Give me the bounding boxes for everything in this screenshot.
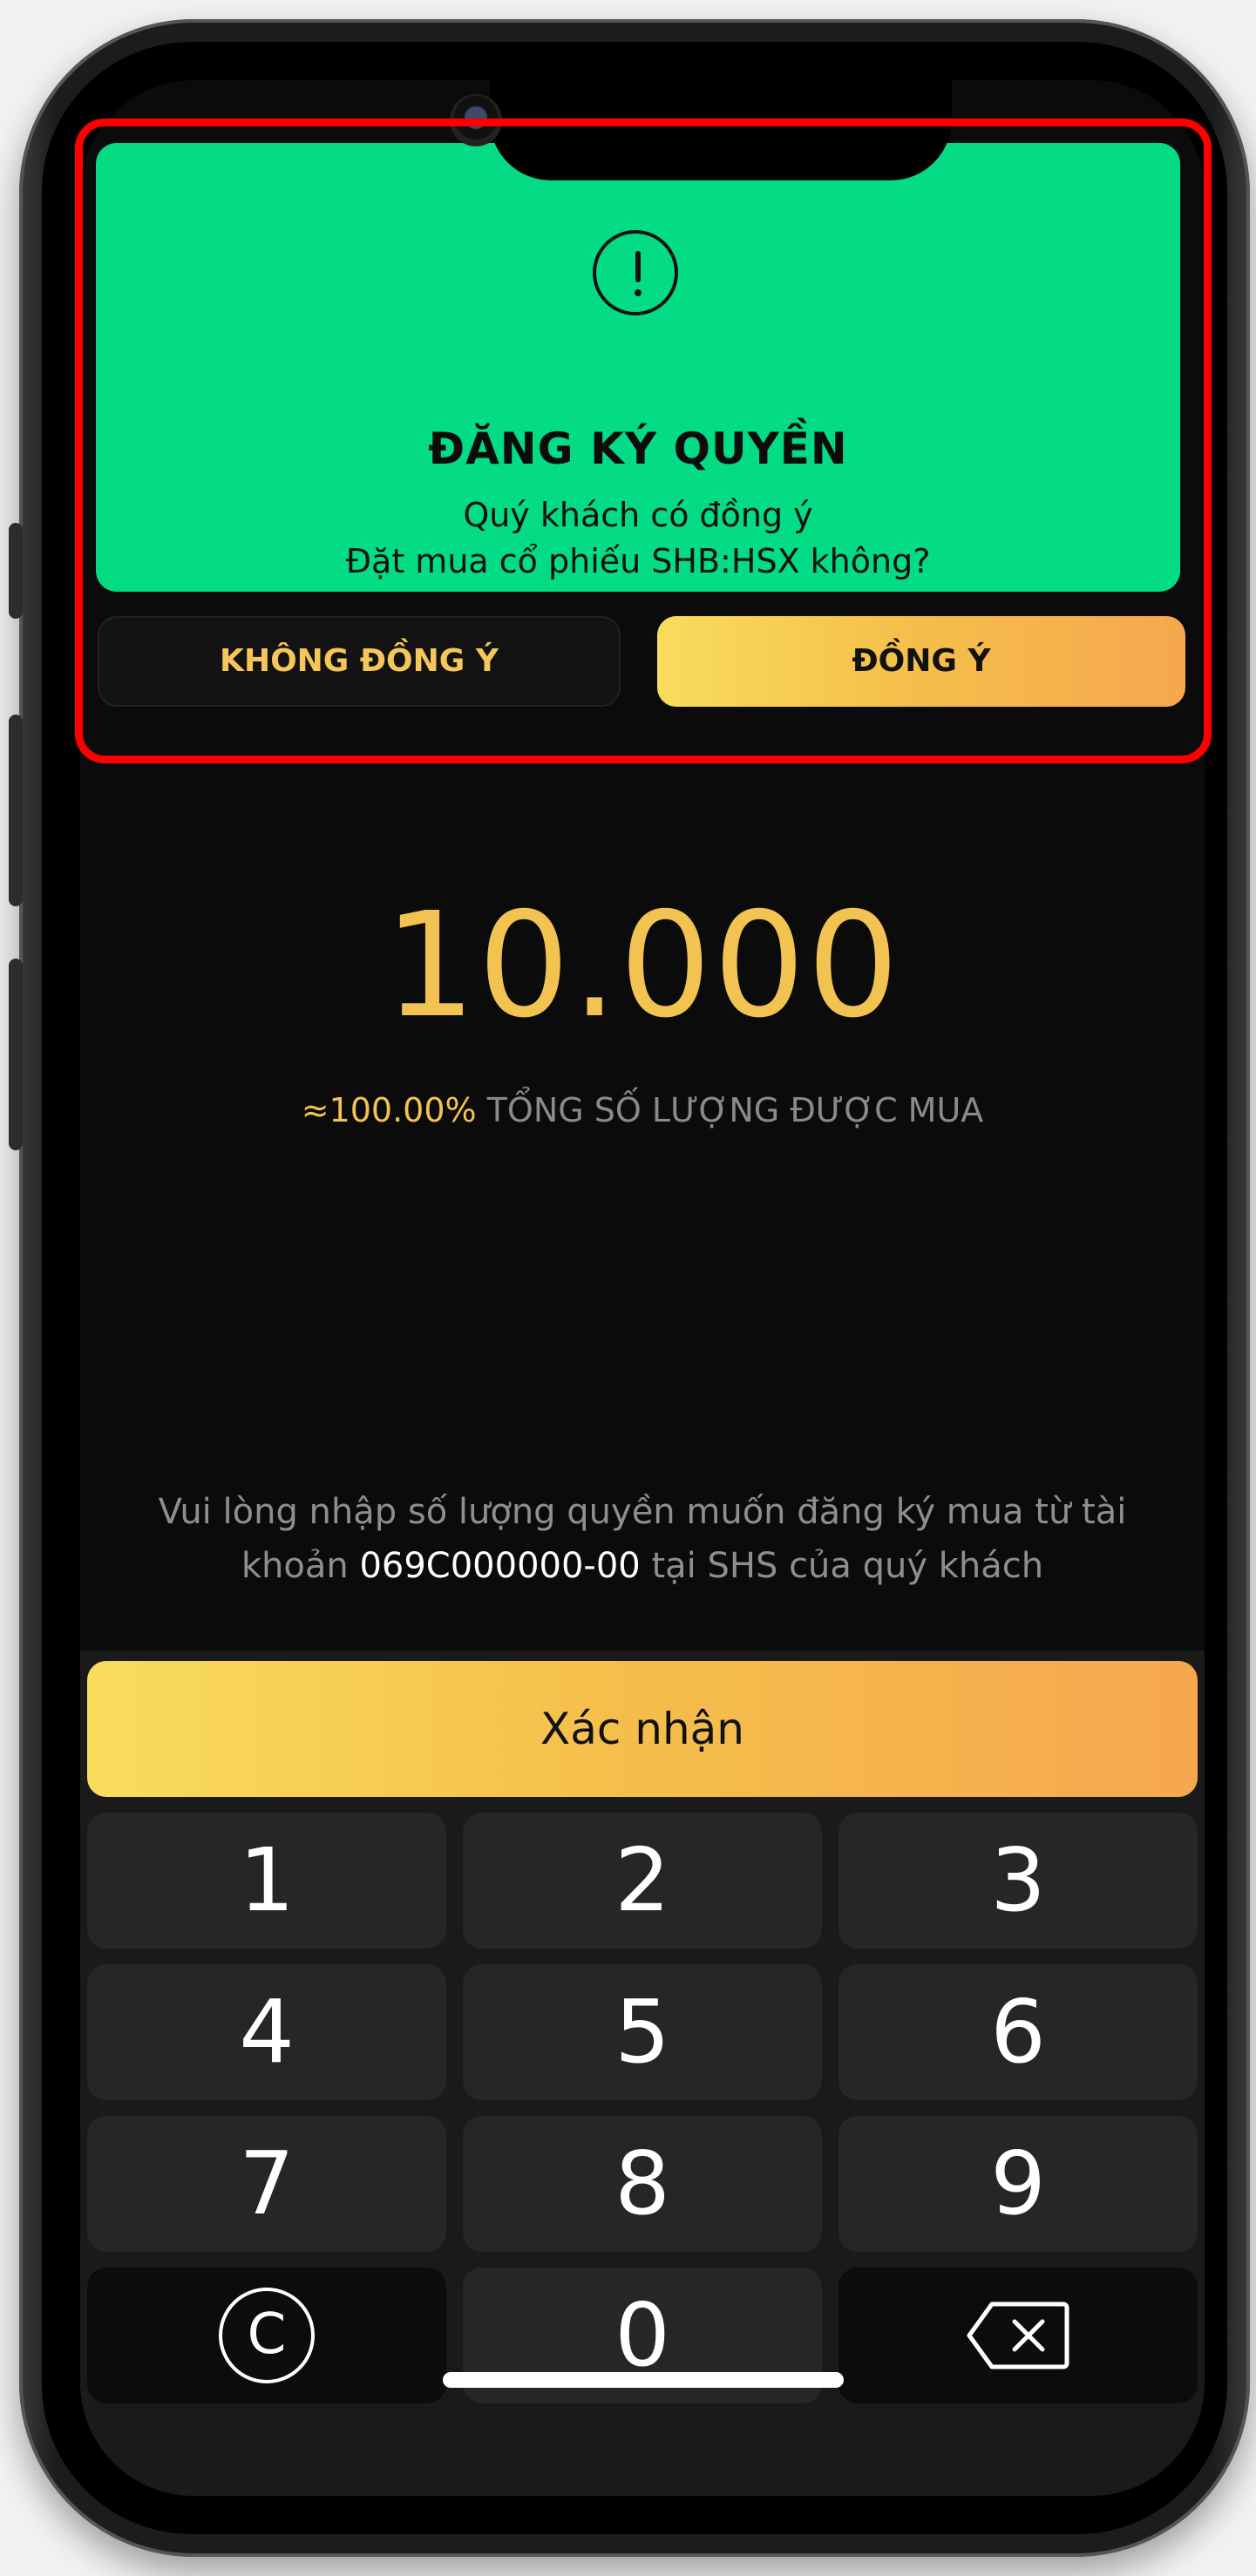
action-button: [9, 523, 23, 619]
percent-value: ≈100.00%: [301, 1091, 477, 1129]
key-2[interactable]: 2: [463, 1813, 822, 1949]
home-indicator[interactable]: [443, 2372, 844, 2388]
key-3[interactable]: 3: [838, 1813, 1198, 1949]
key-4[interactable]: 4: [87, 1964, 446, 2100]
key-6[interactable]: 6: [838, 1964, 1198, 2100]
volume-up-button: [9, 715, 23, 906]
clear-key[interactable]: C: [87, 2268, 446, 2403]
percent-row: ≈100.00% TỔNG SỐ LƯỢNG ĐƯỢC MUA: [80, 1091, 1205, 1129]
hint-suffix: tại SHS của quý khách: [651, 1546, 1044, 1586]
key-5[interactable]: 5: [463, 1964, 822, 2100]
hint-line1: Vui lòng nhập số lượng quyền muốn đăng k…: [158, 1492, 1127, 1532]
clear-c-icon: C: [219, 2288, 315, 2383]
key-7[interactable]: 7: [87, 2116, 446, 2252]
backspace-key[interactable]: [838, 2268, 1198, 2403]
confirm-button[interactable]: Xác nhận: [87, 1661, 1198, 1797]
amount-display: 10.000: [384, 882, 901, 1050]
account-number: 069C000000-00: [359, 1546, 641, 1586]
key-8[interactable]: 8: [463, 2116, 822, 2252]
hint-line2: khoản 069C000000-00 tại SHS của quý khác…: [115, 1546, 1170, 1586]
volume-down-button: [9, 959, 23, 1150]
hint-prefix: khoản: [241, 1546, 349, 1586]
highlight-box: [75, 119, 1212, 763]
key-9[interactable]: 9: [838, 2116, 1198, 2252]
key-1[interactable]: 1: [87, 1813, 446, 1949]
percent-label: TỔNG SỐ LƯỢNG ĐƯỢC MUA: [486, 1091, 984, 1129]
backspace-icon: [967, 2301, 1069, 2369]
